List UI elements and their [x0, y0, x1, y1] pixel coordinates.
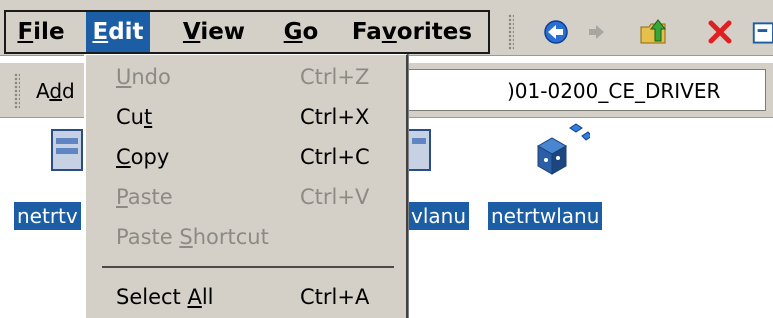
select-all-accel: A [187, 285, 202, 309]
menu-item-paste-shortcut: Ctrl+V [300, 185, 370, 209]
paste-shortcut-pre: Paste [116, 225, 180, 249]
cut-accel: t [143, 105, 153, 129]
menu-file-accel: F [17, 19, 34, 45]
menu-favorites[interactable]: Favorites [344, 12, 480, 52]
menu-item-select-all[interactable]: Select All Ctrl+A [86, 277, 406, 317]
menu-edit[interactable]: Edit [86, 12, 150, 52]
copy-accel: C [116, 145, 131, 169]
menu-item-cut[interactable]: Cut Ctrl+X [86, 97, 406, 137]
properties-icon [752, 22, 773, 44]
menu-go[interactable]: Go [276, 12, 326, 52]
delete-x-icon [708, 20, 732, 44]
address-path: )01-0200_CE_DRIVER [507, 79, 721, 103]
menu-view-rest: iew [200, 19, 246, 45]
menu-view-accel: V [182, 19, 201, 45]
forward-button[interactable] [578, 14, 614, 50]
file-label: vlanu [408, 202, 469, 230]
menu-edit-accel: E [92, 19, 109, 45]
file-label: netrtwlanu [488, 202, 603, 230]
up-folder-button[interactable] [636, 14, 672, 50]
component-icon [536, 123, 590, 175]
menu-item-undo-shortcut: Ctrl+Z [300, 65, 370, 89]
address-label-rest: d [62, 79, 75, 103]
menu-item-paste-shortcut[interactable]: Paste Shortcut [86, 217, 406, 257]
file-label: netrtv [14, 202, 81, 230]
up-folder-icon [640, 19, 667, 44]
cut-pre: Cu [116, 105, 144, 129]
menu-item-undo[interactable]: Undo Ctrl+Z [86, 57, 406, 97]
properties-button[interactable] [748, 14, 773, 50]
select-all-pre: Select [116, 285, 188, 309]
menu-item-copy-label: Copy [116, 137, 169, 177]
paste-accel: P [116, 185, 128, 209]
menu-file-rest: ile [33, 19, 65, 45]
menu-item-undo-label: Undo [116, 57, 171, 97]
menu-item-cut-shortcut: Ctrl+X [300, 105, 370, 129]
menu-item-paste-label: Paste [116, 177, 173, 217]
paste-shortcut-rest: hortcut [192, 225, 269, 249]
toolbar-grip[interactable] [508, 14, 514, 50]
menu-favorites-pre: Fa [351, 19, 382, 45]
menu-item-cut-label: Cut [116, 97, 152, 137]
menu-favorites-accel: v [381, 19, 397, 45]
menu-item-select-all-shortcut: Ctrl+A [300, 285, 370, 309]
address-label-accel: d [49, 79, 63, 103]
menu-item-paste-shortcut-label: Paste Shortcut [116, 217, 269, 257]
edit-menu-dropdown: Undo Ctrl+Z Cut Ctrl+X Copy Ctrl+C Paste… [84, 54, 408, 318]
paste-shortcut-accel: S [179, 225, 193, 249]
paste-rest: aste [127, 185, 173, 209]
menu-view[interactable]: View [176, 12, 252, 52]
undo-rest: ndo [131, 65, 171, 89]
menu-item-copy-shortcut: Ctrl+C [300, 145, 370, 169]
copy-rest: opy [130, 145, 170, 169]
address-label-pre: A [36, 79, 50, 103]
undo-accel: U [116, 65, 132, 89]
menu-item-copy[interactable]: Copy Ctrl+C [86, 137, 406, 177]
menu-item-select-all-label: Select All [116, 277, 214, 317]
address-label: Add [36, 63, 75, 119]
menu-favorites-rest: orites [396, 19, 473, 45]
menu-separator [102, 266, 394, 268]
file-icon [408, 129, 431, 171]
menu-item-paste[interactable]: Paste Ctrl+V [86, 177, 406, 217]
delete-button[interactable] [702, 14, 738, 50]
menu-file[interactable]: File [10, 12, 72, 52]
forward-arrow-icon [589, 25, 604, 39]
address-grip[interactable] [14, 73, 20, 109]
menu-bar: File Edit View Go Favorites [0, 0, 773, 56]
menu-go-accel: G [283, 19, 303, 45]
back-button[interactable] [538, 14, 574, 50]
menu-go-rest: o [302, 19, 319, 45]
back-arrow-icon [544, 20, 568, 44]
menu-edit-rest: dit [108, 19, 144, 45]
select-all-rest: ll [201, 285, 214, 309]
